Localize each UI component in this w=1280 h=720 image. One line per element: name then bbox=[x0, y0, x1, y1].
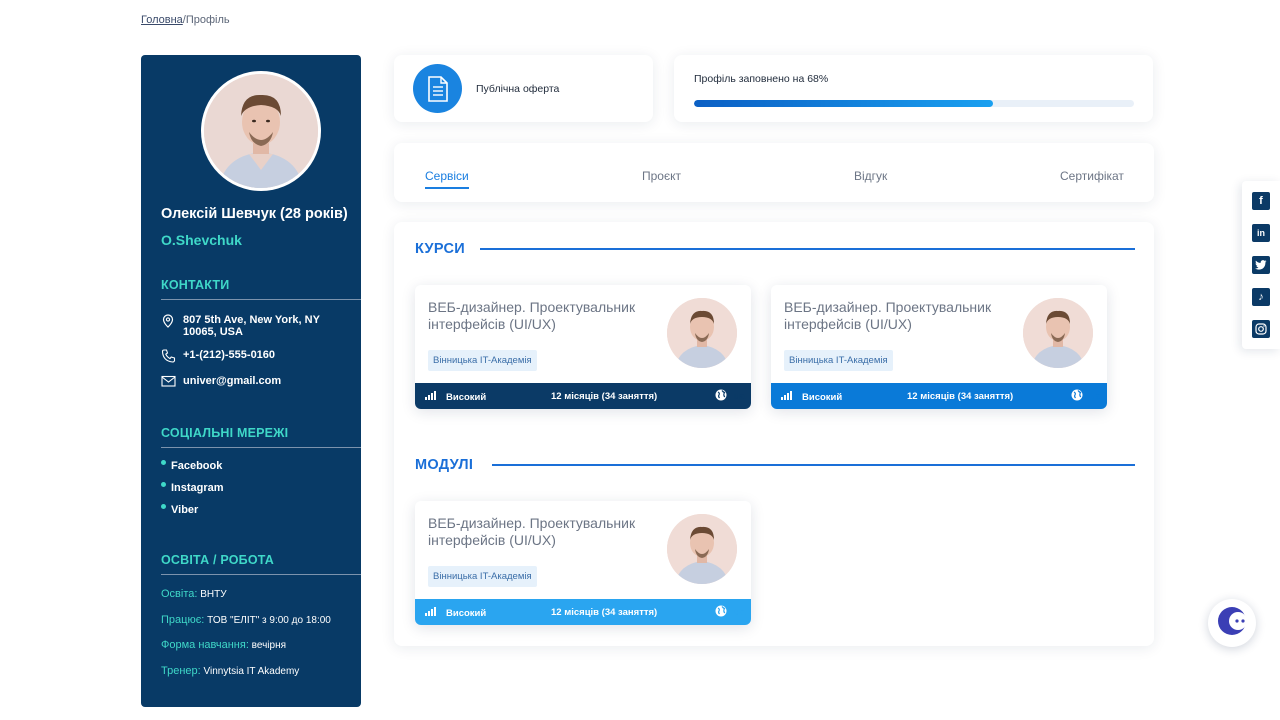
course-duration: 12 місяців (34 заняття) bbox=[551, 607, 658, 618]
avatar-photo bbox=[204, 74, 318, 188]
contact-address: 807 5th Ave, New York, NY 10065, USA bbox=[161, 314, 331, 338]
tab-project[interactable]: Проєкт bbox=[642, 169, 681, 183]
profile-nickname: O.Shevchuk bbox=[161, 232, 242, 248]
course-card[interactable]: ВЕБ-дизайнер. Проектувальник інтерфейсів… bbox=[415, 285, 751, 409]
progress-label: Профіль заповнено на 68% bbox=[694, 73, 829, 85]
signal-level-icon bbox=[781, 391, 802, 403]
contacts-title: КОНТАКТИ bbox=[161, 278, 230, 292]
social-link-viber[interactable]: Viber bbox=[161, 504, 198, 516]
trainer-row: Тренер: Vinnytsia IT Akademy bbox=[161, 665, 300, 677]
breadcrumb-current: Профіль bbox=[185, 14, 230, 26]
course-level: Високий bbox=[802, 391, 843, 403]
trainer-photo bbox=[667, 298, 737, 368]
work-row: Працює: ТОВ "ЕЛІТ" з 9:00 до 18:00 bbox=[161, 614, 331, 626]
course-info-bar: Високий 12 місяців (34 заняття) ua bbox=[771, 383, 1107, 409]
academy-tag: Вінницька IT-Академія bbox=[784, 350, 893, 371]
trainer-photo bbox=[667, 514, 737, 584]
socials-title: СОЦІАЛЬНІ МЕРЕЖІ bbox=[161, 426, 289, 440]
course-card[interactable]: ВЕБ-дизайнер. Проектувальник інтерфейсів… bbox=[771, 285, 1107, 409]
study-form-row: Форма навчання: вечірня bbox=[161, 639, 287, 651]
course-language: ua bbox=[733, 607, 745, 618]
course-level: Високий bbox=[446, 607, 487, 619]
services-panel: КУРСИ МОДУЛІ ВЕБ-дизайнер. Проектувальни… bbox=[394, 222, 1154, 646]
email-text: univer@gmail.com bbox=[183, 375, 282, 387]
breadcrumb: Головна/Профіль bbox=[141, 14, 230, 26]
signal-level-icon bbox=[425, 391, 446, 403]
education-divider bbox=[161, 574, 361, 575]
tiktok-icon[interactable]: ♪ bbox=[1252, 288, 1270, 306]
trainer-photo bbox=[1023, 298, 1093, 368]
document-icon bbox=[413, 64, 462, 113]
breadcrumb-home-link[interactable]: Головна bbox=[141, 14, 183, 26]
mail-icon bbox=[161, 375, 177, 389]
course-level: Високий bbox=[446, 391, 487, 403]
location-pin-icon bbox=[161, 314, 177, 328]
instagram-icon[interactable] bbox=[1252, 320, 1270, 338]
phone-icon bbox=[161, 349, 177, 363]
course-info-bar: Високий 12 місяців (34 заняття) ua bbox=[415, 383, 751, 409]
course-title: ВЕБ-дизайнер. Проектувальник інтерфейсів… bbox=[784, 299, 992, 332]
course-info-bar: Високий 12 місяців (34 заняття) ua bbox=[415, 599, 751, 625]
progress-bar bbox=[694, 100, 1134, 107]
profile-sidebar: Олексій Шевчук (28 років) O.Shevchuk КОН… bbox=[141, 55, 361, 707]
tab-review[interactable]: Відгук bbox=[854, 169, 887, 183]
tab-certificate[interactable]: Сертифікат bbox=[1060, 169, 1124, 183]
twitter-icon[interactable] bbox=[1252, 256, 1270, 274]
facebook-icon[interactable]: f bbox=[1252, 192, 1270, 210]
social-link-facebook[interactable]: Facebook bbox=[161, 460, 222, 472]
socials-divider bbox=[161, 447, 361, 448]
course-title: ВЕБ-дизайнер. Проектувальник інтерфейсів… bbox=[428, 299, 636, 332]
education-title: ОСВІТА / РОБОТА bbox=[161, 553, 275, 567]
module-card[interactable]: ВЕБ-дизайнер. Проектувальник інтерфейсів… bbox=[415, 501, 751, 625]
course-language: ua bbox=[1089, 391, 1101, 402]
course-title: ВЕБ-дизайнер. Проектувальник інтерфейсів… bbox=[428, 515, 636, 548]
modules-heading-line bbox=[492, 464, 1135, 466]
address-text: 807 5th Ave, New York, NY 10065, USA bbox=[183, 314, 320, 338]
globe-icon bbox=[715, 605, 734, 620]
academy-tag: Вінницька IT-Академія bbox=[428, 566, 537, 587]
public-offer-card[interactable]: Публічна оферта bbox=[394, 55, 653, 122]
social-link-instagram[interactable]: Instagram bbox=[161, 482, 224, 494]
course-duration: 12 місяців (34 заняття) bbox=[907, 391, 1014, 402]
courses-heading-line bbox=[480, 248, 1135, 250]
contacts-divider bbox=[161, 299, 361, 300]
profile-tabs: Сервіси Проєкт Відгук Сертифікат bbox=[394, 143, 1154, 202]
globe-icon bbox=[1071, 389, 1090, 404]
profile-progress-card: Профіль заповнено на 68% bbox=[674, 55, 1153, 122]
tab-services[interactable]: Сервіси bbox=[425, 169, 469, 189]
education-row: Освіта: ВНТУ bbox=[161, 588, 227, 600]
contact-phone[interactable]: +1-(212)-555-0160 bbox=[161, 349, 275, 363]
progress-bar-fill bbox=[694, 100, 994, 107]
signal-level-icon bbox=[425, 607, 446, 619]
course-duration: 12 місяців (34 заняття) bbox=[551, 391, 658, 402]
modules-heading: МОДУЛІ bbox=[415, 457, 474, 473]
academy-tag: Вінницька IT-Академія bbox=[428, 350, 537, 371]
social-share-rail: f in ♪ bbox=[1242, 181, 1280, 349]
chat-widget-button[interactable] bbox=[1208, 599, 1256, 647]
public-offer-label: Публічна оферта bbox=[476, 83, 560, 95]
linkedin-icon[interactable]: in bbox=[1252, 224, 1270, 242]
course-language: ua bbox=[733, 391, 745, 402]
avatar bbox=[201, 71, 321, 191]
contact-email[interactable]: univer@gmail.com bbox=[161, 375, 281, 389]
courses-heading: КУРСИ bbox=[415, 241, 465, 257]
chat-icon bbox=[1212, 601, 1252, 646]
globe-icon bbox=[715, 389, 734, 404]
phone-text: +1-(212)-555-0160 bbox=[183, 349, 276, 361]
profile-name: Олексій Шевчук (28 років) bbox=[161, 206, 348, 222]
